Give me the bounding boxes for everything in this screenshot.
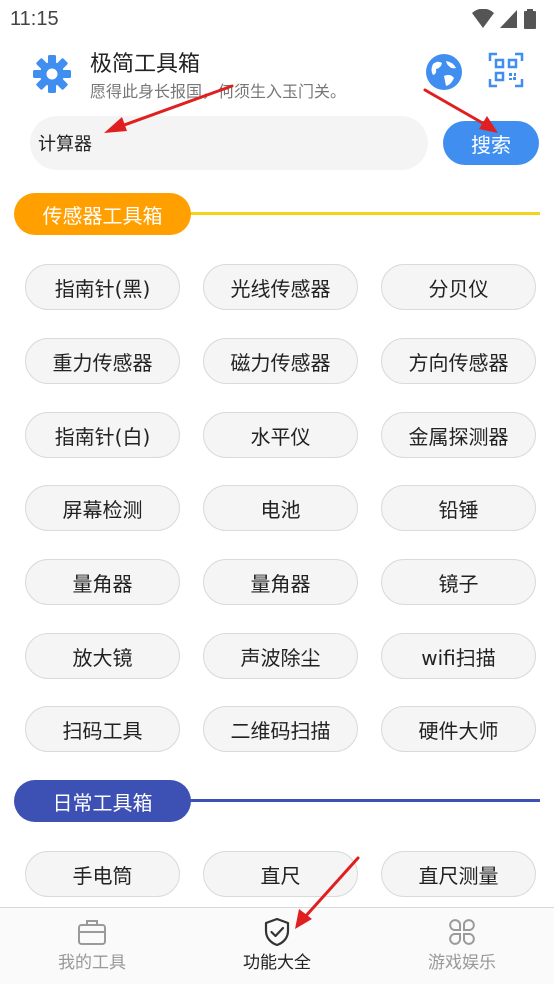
nav-label: 我的工具 bbox=[58, 953, 126, 973]
qr-scan-icon[interactable] bbox=[488, 52, 524, 88]
status-time: 11:15 bbox=[10, 7, 59, 30]
section-title-daily: 日常工具箱 bbox=[14, 780, 191, 822]
nav-item-all-features[interactable]: 功能大全 bbox=[185, 908, 369, 984]
gear-icon[interactable] bbox=[32, 54, 72, 94]
nav-item-games[interactable]: 游戏娱乐 bbox=[370, 908, 554, 984]
app-header: 极简工具箱 愿得此身长报国，何须生入玉门关。 bbox=[0, 44, 554, 106]
tool-button[interactable]: 方向传感器 bbox=[381, 338, 536, 384]
tool-button[interactable]: 屏幕检测 bbox=[25, 485, 180, 531]
tool-button[interactable]: 直尺测量 bbox=[381, 851, 536, 897]
battery-icon bbox=[524, 9, 536, 29]
section-header-sensors: 传感器工具箱 bbox=[14, 193, 540, 235]
app-title: 极简工具箱 bbox=[90, 52, 201, 77]
bottom-nav: 我的工具 功能大全 游戏娱乐 bbox=[0, 907, 554, 984]
globe-icon[interactable] bbox=[424, 52, 464, 92]
section-title-sensors: 传感器工具箱 bbox=[14, 193, 191, 235]
nav-label: 游戏娱乐 bbox=[428, 953, 496, 973]
tool-button[interactable]: 铅锤 bbox=[381, 485, 536, 531]
cellular-signal-icon bbox=[500, 10, 517, 28]
tool-button[interactable]: 重力传感器 bbox=[25, 338, 180, 384]
tool-button[interactable]: 直尺 bbox=[203, 851, 358, 897]
search-input[interactable] bbox=[38, 132, 398, 154]
tool-button[interactable]: 扫码工具 bbox=[25, 706, 180, 752]
nav-item-my-tools[interactable]: 我的工具 bbox=[0, 908, 184, 984]
section-divider bbox=[188, 799, 540, 802]
tool-button[interactable]: 量角器 bbox=[203, 559, 358, 605]
section-divider bbox=[188, 212, 540, 215]
shield-check-icon bbox=[264, 917, 290, 947]
tool-button[interactable]: 指南针(黑) bbox=[25, 264, 180, 310]
search-button[interactable]: 搜索 bbox=[443, 121, 539, 165]
app-subtitle: 愿得此身长报国，何须生入玉门关。 bbox=[90, 82, 347, 101]
tool-button[interactable]: 水平仪 bbox=[203, 412, 358, 458]
tool-button[interactable]: 声波除尘 bbox=[203, 633, 358, 679]
status-bar: 11:15 bbox=[0, 0, 554, 38]
tool-button[interactable]: 指南针(白) bbox=[25, 412, 180, 458]
tool-button[interactable]: wifi扫描 bbox=[381, 633, 536, 679]
toolbox-icon bbox=[78, 920, 106, 945]
tool-button[interactable]: 硬件大师 bbox=[381, 706, 536, 752]
tool-button[interactable]: 二维码扫描 bbox=[203, 706, 358, 752]
nav-label: 功能大全 bbox=[243, 953, 311, 973]
section-header-daily: 日常工具箱 bbox=[14, 780, 540, 822]
tool-button[interactable]: 量角器 bbox=[25, 559, 180, 605]
tool-button[interactable]: 手电筒 bbox=[25, 851, 180, 897]
tool-button[interactable]: 放大镜 bbox=[25, 633, 180, 679]
tool-button[interactable]: 镜子 bbox=[381, 559, 536, 605]
tool-button[interactable]: 电池 bbox=[203, 485, 358, 531]
tool-button[interactable]: 金属探测器 bbox=[381, 412, 536, 458]
status-icons bbox=[472, 9, 536, 29]
search-box[interactable] bbox=[30, 116, 428, 170]
wifi-icon bbox=[472, 9, 494, 28]
tool-button[interactable]: 分贝仪 bbox=[381, 264, 536, 310]
clover-grid-icon bbox=[449, 919, 475, 945]
tool-button[interactable]: 磁力传感器 bbox=[203, 338, 358, 384]
tool-button[interactable]: 光线传感器 bbox=[203, 264, 358, 310]
